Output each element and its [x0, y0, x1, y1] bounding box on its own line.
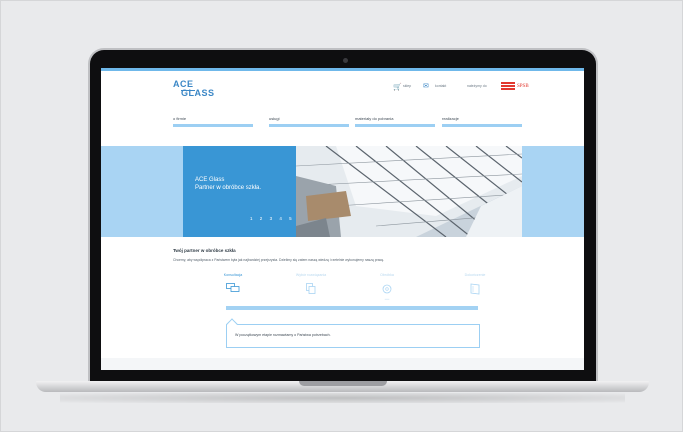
nav-underline	[269, 124, 349, 127]
nav-label: realizacje	[442, 116, 459, 121]
step-dokonczenie[interactable]: Dokończenie	[445, 273, 505, 298]
nav-item-o-firmie[interactable]: o firmie	[173, 116, 253, 127]
hero-title-line2: Partner w obróbce szkła.	[195, 185, 262, 191]
gear-icon	[357, 283, 417, 298]
pager-dot-2[interactable]: 2	[260, 216, 266, 221]
section-description: Chcemy, aby współpraca z Państwem była j…	[173, 258, 385, 262]
nav-underline	[173, 124, 253, 127]
step-obrobka[interactable]: Obróbka ━━━	[357, 273, 417, 301]
hero-pager: 1 2 3 4 5	[250, 216, 295, 221]
step-info-box: W początkowym etapie rozmawiamy o Państw…	[226, 324, 480, 348]
hero-caption-box: ACE Glass Partner w obróbce szkła. 1 2 3…	[183, 146, 296, 237]
step-info-text: W początkowym etapie rozmawiamy o Państw…	[235, 333, 331, 337]
nav-label: materiały do pobrania	[355, 116, 394, 121]
hero-title: ACE Glass Partner w obróbce szkła.	[195, 176, 261, 192]
nav-underline	[355, 124, 435, 127]
nav-underline	[442, 124, 522, 127]
step-label: Wybór rozwiązania	[295, 273, 327, 277]
spsb-logo-icon[interactable]	[501, 82, 515, 90]
nav-item-uslugi[interactable]: usługi	[269, 116, 349, 127]
spsb-label[interactable]: SPSB	[517, 84, 529, 89]
laptop-base-notch	[299, 381, 387, 386]
laptop-screen: ACE GLASS 🛒 sklep ✉ kontakt należymy do …	[101, 68, 584, 370]
top-accent-bar	[101, 68, 584, 71]
pager-dot-5[interactable]: 5	[289, 216, 295, 221]
shop-link[interactable]: sklep	[403, 84, 411, 88]
ace-glass-logo[interactable]: ACE GLASS	[173, 80, 214, 102]
nav-item-realizacje[interactable]: realizacje	[442, 116, 522, 127]
step-label: Obróbka	[380, 273, 394, 277]
step-underline: ━━━	[384, 298, 390, 301]
hero-architecture-photo	[296, 146, 522, 237]
step-progress-bar	[226, 306, 478, 310]
pager-dot-4[interactable]: 4	[279, 216, 285, 221]
hero-title-line1: ACE Glass	[195, 177, 225, 183]
mail-icon[interactable]: ✉	[423, 82, 429, 90]
chat-icon	[203, 283, 263, 296]
camera-icon	[343, 58, 348, 63]
contact-link[interactable]: kontakt	[435, 84, 446, 88]
step-label: Konsultacja	[223, 273, 243, 277]
logo-bar	[181, 90, 195, 91]
hero-left-panel	[101, 146, 183, 237]
step-wybor-rozwiazania[interactable]: Wybór rozwiązania	[281, 273, 341, 298]
pager-dot-1[interactable]: 1	[250, 216, 256, 221]
nav-label: o firmie	[173, 116, 187, 121]
step-label: Dokończenie	[464, 273, 486, 277]
step-konsultacja[interactable]: Konsultacja	[203, 273, 263, 296]
member-label: należymy do	[467, 84, 487, 88]
nav-item-materialy[interactable]: materiały do pobrania	[355, 116, 435, 127]
section-title: Twój partner w obróbce szkła	[173, 248, 236, 253]
hero-right-panel	[522, 146, 584, 237]
glass-roof-image	[296, 146, 522, 237]
pager-dot-3[interactable]: 3	[270, 216, 276, 221]
layers-icon	[281, 283, 341, 298]
bottom-strip	[101, 358, 584, 370]
pane-icon	[445, 283, 505, 298]
nav-label: usługi	[269, 116, 280, 121]
laptop-shadow	[60, 393, 625, 403]
cart-icon[interactable]: 🛒	[393, 83, 402, 91]
